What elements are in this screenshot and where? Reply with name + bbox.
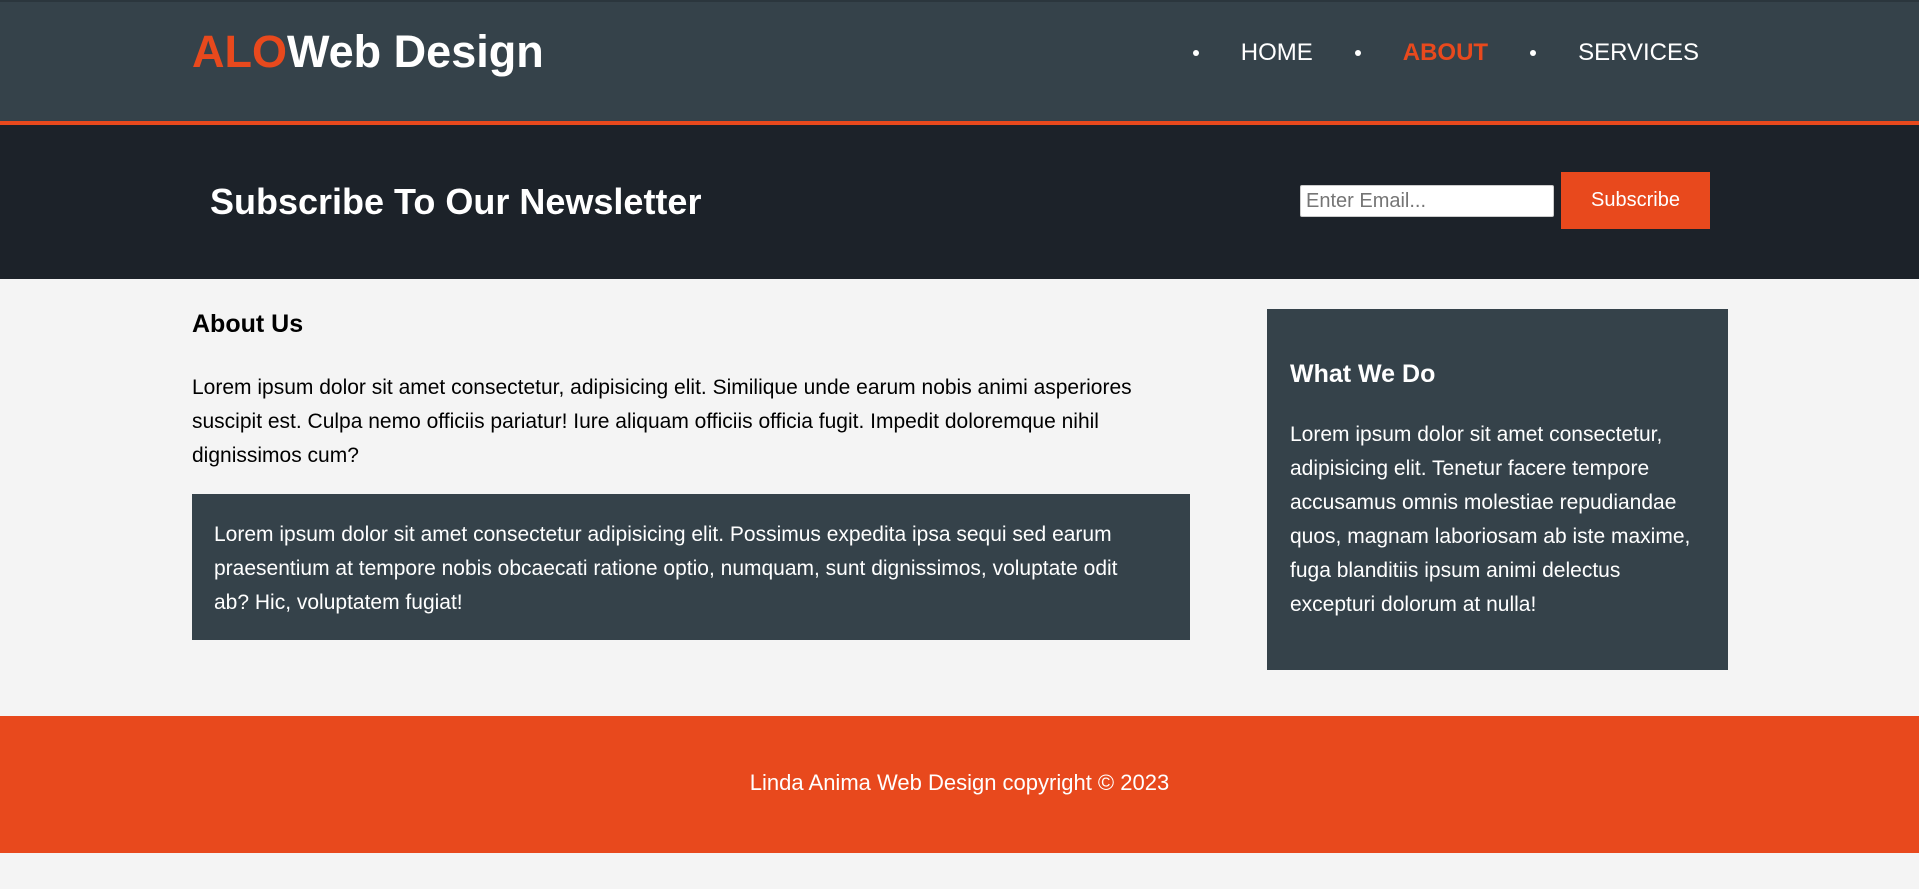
main-content: About Us Lorem ipsum dolor sit amet cons… <box>192 309 1190 473</box>
nav-link-services[interactable]: SERVICES <box>1578 36 1699 70</box>
nav-bullet-icon <box>1354 50 1361 56</box>
sidebar-heading: What We Do <box>1290 360 1436 388</box>
copyright-text: Linda Anima Web Design copyright © 2023 <box>749 770 1170 795</box>
main-nav: HOME ABOUT SERVICES <box>1192 36 1699 70</box>
brand-logo[interactable]: ALOWeb Design <box>192 26 544 78</box>
highlight-box: Lorem ipsum dolor sit amet consectetur a… <box>192 494 1190 640</box>
about-paragraph: Lorem ipsum dolor sit amet consectetur, … <box>192 376 1132 467</box>
nav-link-home[interactable]: HOME <box>1241 36 1313 70</box>
nav-item-about: ABOUT <box>1354 36 1530 70</box>
nav-link-about[interactable]: ABOUT <box>1403 36 1488 70</box>
nav-bullet-icon <box>1530 50 1537 56</box>
newsletter-title: Subscribe To Our Newsletter <box>210 181 702 222</box>
about-heading: About Us <box>192 310 304 338</box>
nav-item-home: HOME <box>1192 36 1355 70</box>
highlight-box-text: Lorem ipsum dolor sit amet consectetur a… <box>214 523 1118 614</box>
brand-text: Web Design <box>287 26 544 77</box>
site-footer: Linda Anima Web Design copyright © 2023 <box>0 716 1919 853</box>
subscribe-button[interactable]: Subscribe <box>1561 172 1710 229</box>
newsletter-section: Subscribe To Our Newsletter Subscribe <box>0 125 1919 279</box>
sidebar: What We Do Lorem ipsum dolor sit amet co… <box>1267 309 1728 670</box>
site-header: ALOWeb Design HOME ABOUT SERVICES <box>0 0 1919 125</box>
sidebar-paragraph: Lorem ipsum dolor sit amet consectetur, … <box>1290 423 1691 616</box>
nav-item-services: SERVICES <box>1530 36 1699 70</box>
brand-highlight: ALO <box>192 26 287 77</box>
email-input[interactable] <box>1300 185 1554 217</box>
nav-bullet-icon <box>1192 50 1199 56</box>
